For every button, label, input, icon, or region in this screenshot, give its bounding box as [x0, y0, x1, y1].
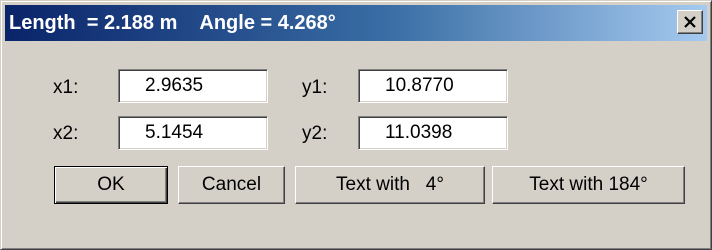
x1-input[interactable]: [118, 69, 268, 103]
x1-label: x1:: [53, 77, 79, 98]
x2-input[interactable]: [118, 116, 268, 150]
y1-input[interactable]: [358, 69, 508, 103]
close-button[interactable]: [677, 10, 703, 34]
ok-button[interactable]: OK: [54, 166, 168, 204]
y1-label: y1:: [302, 77, 328, 98]
text-with-4-button[interactable]: Text with 4°: [295, 166, 485, 204]
text-with-184-button[interactable]: Text with 184°: [492, 166, 685, 204]
window-title: Length = 2.188 m Angle = 4.268°: [9, 9, 336, 37]
x2-label: x2:: [53, 123, 79, 144]
y2-input[interactable]: [358, 116, 508, 150]
title-length: Length = 2.188 m: [9, 12, 178, 34]
title-bar[interactable]: Length = 2.188 m Angle = 4.268°: [5, 5, 707, 41]
close-icon: [684, 16, 696, 28]
y2-label: y2:: [302, 123, 328, 144]
dialog-window: Length = 2.188 m Angle = 4.268° x1: y1: x…: [0, 0, 712, 250]
cancel-button[interactable]: Cancel: [178, 166, 285, 204]
title-angle: Angle = 4.268°: [199, 12, 336, 34]
